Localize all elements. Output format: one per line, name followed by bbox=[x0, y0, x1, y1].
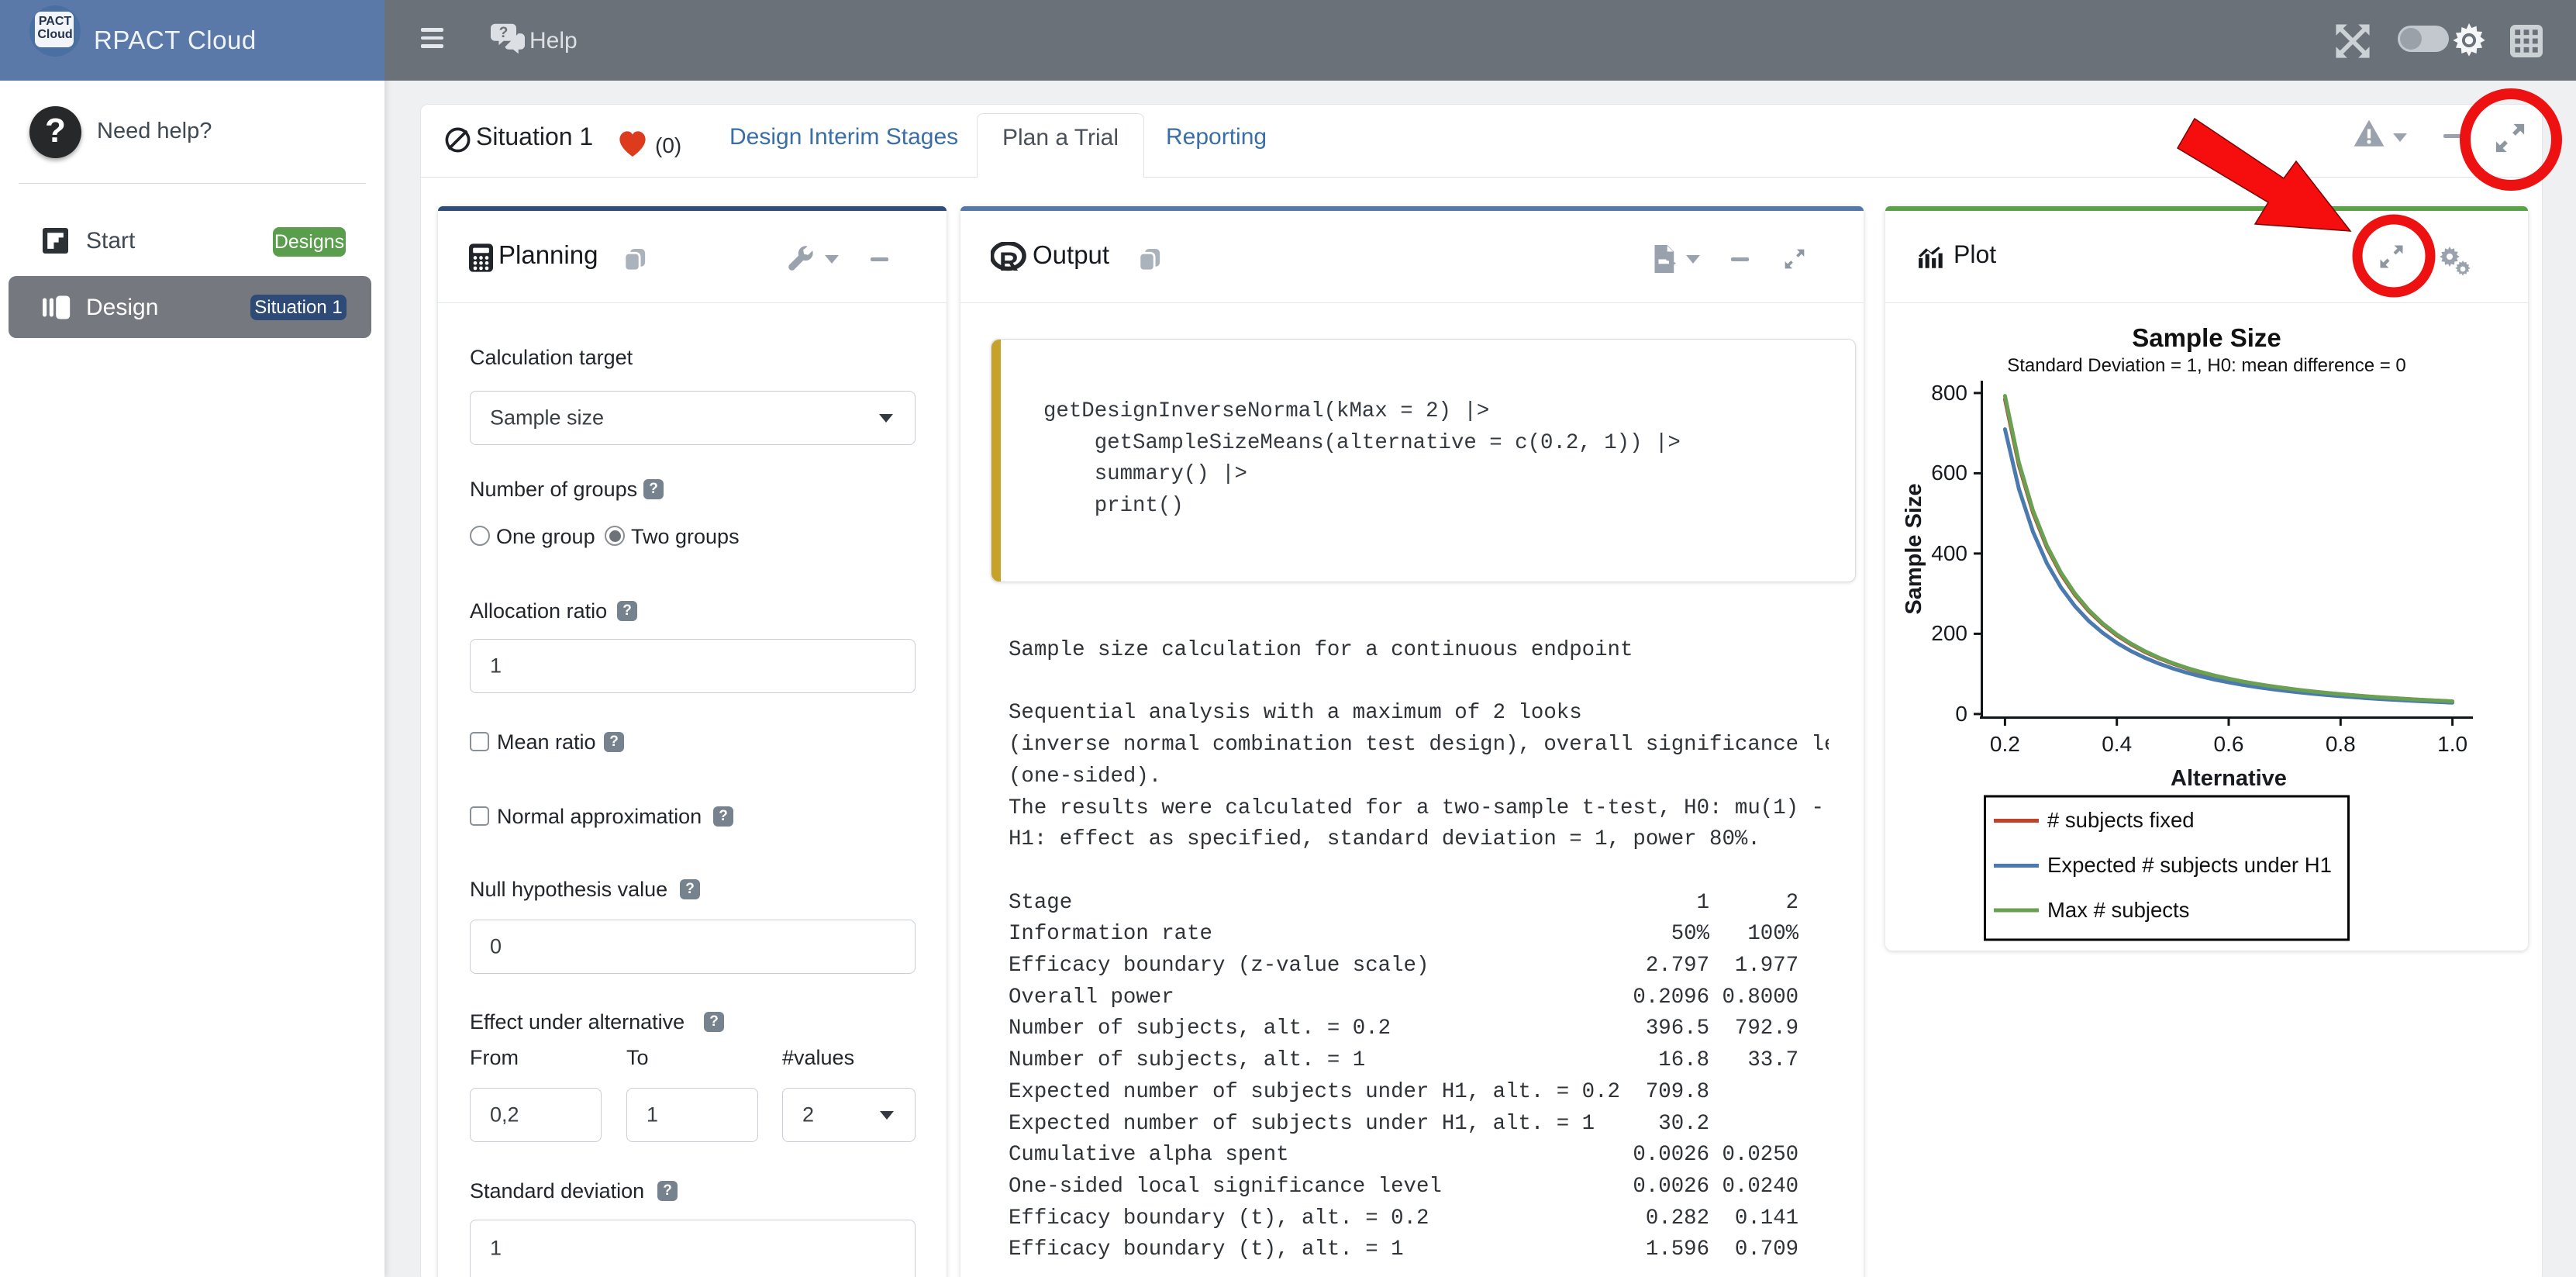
svg-text:# subjects fixed: # subjects fixed bbox=[2047, 808, 2195, 832]
svg-text:?: ? bbox=[499, 25, 509, 41]
svg-text:Sample Size: Sample Size bbox=[1902, 483, 1926, 614]
svg-text:0.4: 0.4 bbox=[2102, 732, 2132, 756]
svg-text:600: 600 bbox=[1931, 461, 1967, 485]
svg-text:0.2: 0.2 bbox=[1990, 732, 2020, 756]
svg-text:R: R bbox=[999, 247, 1019, 273]
svg-text:0.8: 0.8 bbox=[2326, 732, 2356, 756]
svg-text:1.0: 1.0 bbox=[2437, 732, 2467, 756]
svg-text:Max # subjects: Max # subjects bbox=[2047, 898, 2189, 922]
svg-text:800: 800 bbox=[1931, 381, 1967, 405]
svg-text:200: 200 bbox=[1931, 621, 1967, 645]
svg-text:400: 400 bbox=[1931, 541, 1967, 565]
svg-text:0: 0 bbox=[1955, 702, 1967, 726]
svg-text:Alternative: Alternative bbox=[2171, 766, 2287, 791]
svg-text:0.6: 0.6 bbox=[2214, 732, 2244, 756]
svg-text:Expected # subjects under H1: Expected # subjects under H1 bbox=[2047, 853, 2332, 877]
